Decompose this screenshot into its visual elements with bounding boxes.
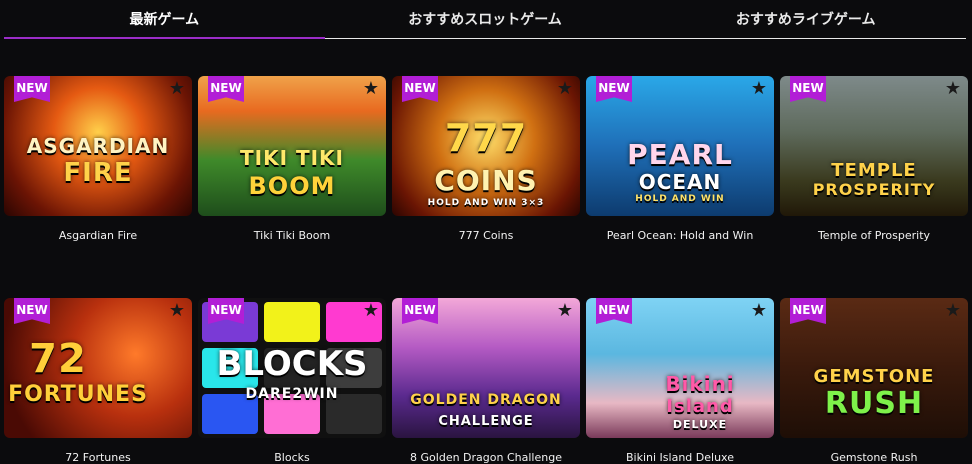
star-icon[interactable]: ★ [556,302,574,320]
game-logo-line: CHALLENGE [438,414,534,429]
game-logo-line: Island [666,396,734,417]
game-card-temple-of-prosperity[interactable]: TEMPLE PROSPERITY NEW ★ Temple of Prospe… [780,76,968,242]
star-icon[interactable]: ★ [362,80,380,98]
game-card-777-coins[interactable]: 777 COINS HOLD AND WIN 3×3 NEW ★ 777 Coi… [392,76,580,242]
game-thumbnail[interactable]: Bikini Island DELUXE NEW ★ [586,298,774,438]
game-logo-line: GEMSTONE [813,366,935,387]
game-logo-line: COINS [434,164,538,197]
game-thumbnail[interactable]: TIKI TIKI BOOM NEW ★ [198,76,386,216]
game-logo-line: DARE2WIN [245,386,339,402]
game-card-pearl-ocean[interactable]: PEARL OCEAN HOLD AND WIN NEW ★ Pearl Oce… [586,76,774,242]
game-logo-line: OCEAN [638,170,722,194]
game-logo-line: 72 [29,336,87,382]
game-thumbnail[interactable]: ASGARDIAN FIRE NEW ★ [4,76,192,216]
game-thumbnail[interactable]: GEMSTONE RUSH NEW ★ [780,298,968,438]
game-thumbnail[interactable]: TEMPLE PROSPERITY NEW ★ [780,76,968,216]
game-logo-line: DELUXE [672,418,728,431]
new-badge: NEW [596,298,632,324]
new-badge: NEW [790,76,826,102]
tab-recommended-slots[interactable]: おすすめスロットゲーム [325,0,646,38]
game-card-gemstone-rush[interactable]: GEMSTONE RUSH NEW ★ Gemstone Rush [780,298,968,464]
star-icon[interactable]: ★ [750,302,768,320]
new-badge: NEW [14,76,50,102]
game-title[interactable]: Temple of Prosperity [780,229,968,242]
game-logo-line: FIRE [63,158,133,188]
game-title[interactable]: 777 Coins [392,229,580,242]
game-logo-line: FORTUNES [8,382,148,407]
game-card-72-fortunes[interactable]: 72 FORTUNES NEW ★ 72 Fortunes [4,298,192,464]
game-card-tiki-tiki-boom[interactable]: TIKI TIKI BOOM NEW ★ Tiki Tiki Boom [198,76,386,242]
game-title[interactable]: 72 Fortunes [4,451,192,464]
new-badge: NEW [596,76,632,102]
game-logo-line: GOLDEN DRAGON [410,392,562,408]
game-logo-line: PEARL [627,138,733,171]
star-icon[interactable]: ★ [168,302,186,320]
game-title[interactable]: Tiki Tiki Boom [198,229,386,242]
tab-latest-games[interactable]: 最新ゲーム [4,0,325,39]
game-thumbnail[interactable]: 72 FORTUNES NEW ★ [4,298,192,438]
new-badge: NEW [402,76,438,102]
star-icon[interactable]: ★ [944,302,962,320]
game-logo-line: Bikini [665,372,735,396]
game-title[interactable]: Asgardian Fire [4,229,192,242]
star-icon[interactable]: ★ [944,80,962,98]
game-logo-line: ASGARDIAN [26,134,170,158]
game-title[interactable]: Gemstone Rush [780,451,968,464]
new-badge: NEW [208,76,244,102]
new-badge: NEW [14,298,50,324]
new-badge: NEW [402,298,438,324]
game-thumbnail[interactable]: BLOCKS DARE2WIN NEW ★ [198,298,386,438]
game-title[interactable]: Blocks [198,451,386,464]
new-badge: NEW [790,298,826,324]
star-icon[interactable]: ★ [362,302,380,320]
game-logo-line: TEMPLE [831,160,917,181]
game-grid: ASGARDIAN FIRE NEW ★ Asgardian Fire TIKI… [4,76,968,464]
game-logo-line: HOLD AND WIN 3×3 [427,198,545,208]
game-logo-line: HOLD AND WIN [635,194,725,204]
game-logo-line: BLOCKS [216,344,368,384]
game-title[interactable]: Pearl Ocean: Hold and Win [586,229,774,242]
star-icon[interactable]: ★ [750,80,768,98]
game-title[interactable]: 8 Golden Dragon Challenge [392,451,580,464]
game-card-asgardian-fire[interactable]: ASGARDIAN FIRE NEW ★ Asgardian Fire [4,76,192,242]
game-logo-line: 777 [444,116,528,160]
star-icon[interactable]: ★ [556,80,574,98]
star-icon[interactable]: ★ [168,80,186,98]
game-logo-line: PROSPERITY [812,180,936,199]
game-title[interactable]: Bikini Island Deluxe [586,451,774,464]
game-category-tabs: 最新ゲーム おすすめスロットゲーム おすすめライブゲーム [4,0,966,39]
game-card-golden-dragon-challenge[interactable]: GOLDEN DRAGON CHALLENGE NEW ★ 8 Golden D… [392,298,580,464]
game-card-blocks[interactable]: BLOCKS DARE2WIN NEW ★ Blocks [198,298,386,464]
game-thumbnail[interactable]: GOLDEN DRAGON CHALLENGE NEW ★ [392,298,580,438]
game-logo-line: RUSH [824,386,924,421]
game-logo-line: TIKI TIKI [239,146,344,170]
tab-recommended-live[interactable]: おすすめライブゲーム [645,0,966,38]
game-logo-line: BOOM [248,172,336,200]
game-thumbnail[interactable]: 777 COINS HOLD AND WIN 3×3 NEW ★ [392,76,580,216]
game-card-bikini-island-deluxe[interactable]: Bikini Island DELUXE NEW ★ Bikini Island… [586,298,774,464]
game-thumbnail[interactable]: PEARL OCEAN HOLD AND WIN NEW ★ [586,76,774,216]
